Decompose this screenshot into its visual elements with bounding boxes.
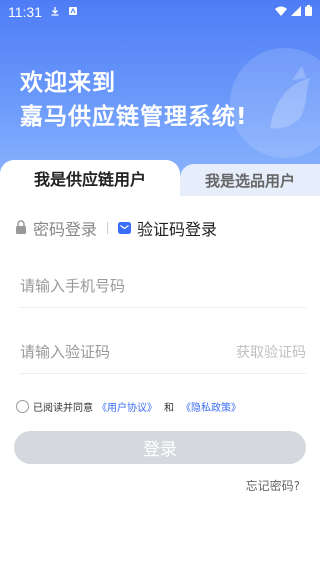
message-icon: [118, 219, 132, 238]
tab-supplier-user[interactable]: 我是供应链用户: [0, 160, 180, 196]
phone-field-row: [20, 264, 306, 308]
code-field-row: 获取验证码: [20, 330, 306, 374]
agreement-and: 和: [164, 403, 174, 414]
agreement-row: 已阅读并同意 《用户协议》 和 《隐私政策》: [16, 399, 241, 414]
welcome-line-2: 嘉马供应链管理系统!: [20, 104, 248, 130]
agreement-checkbox[interactable]: [16, 400, 29, 413]
forgot-password-link[interactable]: 忘记密码?: [246, 477, 300, 494]
sim-notification-icon: [68, 5, 78, 20]
sms-login-label: 验证码登录: [137, 220, 218, 239]
login-mode-switch: 密码登录 验证码登录: [15, 216, 217, 240]
password-login-label: 密码登录: [33, 220, 98, 239]
phone-input[interactable]: [20, 276, 306, 295]
tab-selector-user[interactable]: 我是选品用户: [180, 164, 320, 196]
privacy-policy-link[interactable]: 《隐私政策》: [181, 399, 241, 414]
user-agreement-link[interactable]: 《用户协议》: [97, 399, 157, 414]
battery-icon: [305, 4, 312, 20]
verification-code-input[interactable]: [20, 342, 236, 361]
login-card: 密码登录 验证码登录 获取验证码 已阅读并同意 《用户协议》 和 《隐私政策》 …: [0, 196, 320, 568]
status-time: 11:31: [8, 4, 42, 20]
wifi-icon: [275, 5, 287, 20]
signal-icon: [291, 5, 301, 20]
welcome-title: 欢迎来到 嘉马供应链管理系统!: [20, 66, 248, 134]
user-type-tabs: 我是选品用户 我是供应链用户: [0, 160, 320, 196]
mode-divider: [107, 222, 109, 234]
sms-login-option[interactable]: 验证码登录: [118, 216, 217, 240]
status-bar: 11:31: [0, 0, 320, 24]
welcome-line-1: 欢迎来到: [20, 70, 116, 96]
agreement-prefix: 已阅读并同意: [33, 403, 93, 414]
password-login-option[interactable]: 密码登录: [15, 216, 97, 240]
login-button[interactable]: 登录: [14, 431, 306, 464]
get-code-button[interactable]: 获取验证码: [236, 342, 306, 362]
lock-icon: [15, 219, 27, 238]
download-icon: [50, 5, 60, 20]
